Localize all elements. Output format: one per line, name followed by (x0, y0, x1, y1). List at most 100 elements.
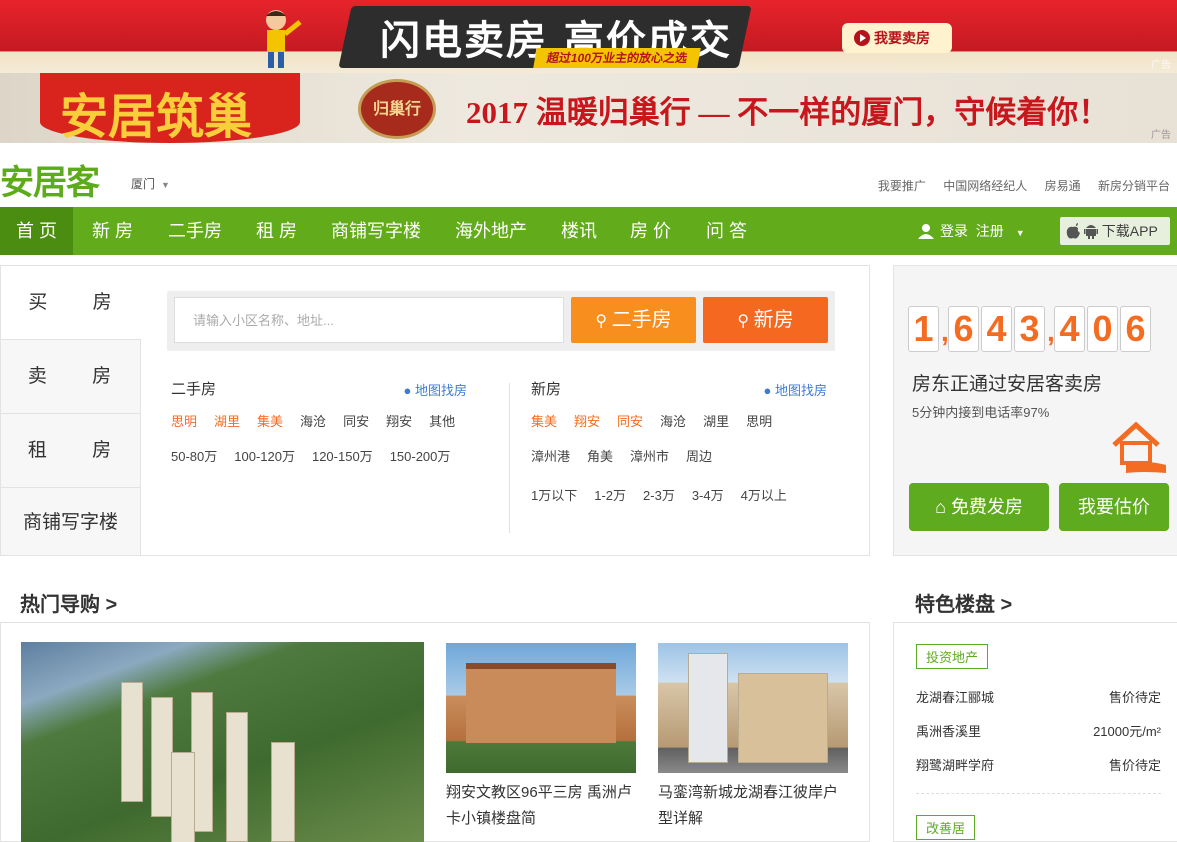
area-link[interactable]: 思明 (171, 414, 197, 429)
counter-comma: , (1047, 316, 1055, 347)
area-link[interactable]: 翔安 (574, 414, 600, 429)
register-link[interactable]: 注册 (976, 223, 1004, 239)
tab-rent[interactable]: 租 房 (1, 414, 140, 488)
area-link[interactable]: 周边 (686, 449, 712, 464)
hot-guide-title[interactable]: 热门导购 > (20, 588, 117, 617)
tab-sell[interactable]: 卖 房 (1, 340, 140, 414)
featured-name: 龙湖春江郦城 (916, 690, 995, 705)
area-link[interactable]: 集美 (257, 414, 283, 429)
nav-price[interactable]: 房 价 (630, 207, 671, 255)
area-link[interactable]: 漳州港 (531, 449, 570, 464)
estimate-button[interactable]: 我要估价 (1059, 483, 1169, 531)
used-price-list: 50-80万 100-120万 120-150万 150-200万 (171, 446, 467, 465)
used-map-link-label: 地图找房 (414, 383, 467, 398)
second-ad-banner[interactable]: 安居筑巢 归巢行 2017 温暖归巢行 — 不一样的厦门，守候着你！ 广告 (0, 73, 1177, 143)
counter-digit: 4 (981, 306, 1012, 352)
price-link[interactable]: 3-4万 (692, 488, 724, 503)
area-link[interactable]: 集美 (531, 414, 557, 429)
top-ad-banner[interactable]: 闪电卖房 高价成交 超过100万业主的放心之选 我要卖房 广告 (0, 0, 1177, 73)
nav-rent[interactable]: 租 房 (256, 207, 297, 255)
search-new-button[interactable]: ⚲ 新房 (703, 297, 828, 343)
site-logo[interactable]: 安居客 (0, 155, 100, 204)
nav-overseas[interactable]: 海外地产 (455, 207, 527, 255)
nav-qa[interactable]: 问 答 (706, 207, 747, 255)
login-link[interactable]: 登录 (940, 223, 968, 239)
used-map-link[interactable]: ● 地图找房 (404, 380, 468, 399)
nav-commercial[interactable]: 商铺写字楼 (331, 207, 421, 255)
article-caption-1[interactable]: 翔安文教区96平三房 禹洲卢卡小镇楼盘简 (446, 780, 638, 832)
sell-house-label: 我要卖房 (874, 30, 930, 46)
featured-box: 投资地产 龙湖春江郦城 售价待定 禹洲香溪里 21000元/m² 翔鹭湖畔学府 售价待… (893, 622, 1177, 842)
nav-second-hand[interactable]: 二手房 (168, 207, 222, 255)
aerial-photo[interactable] (21, 642, 424, 842)
area-link[interactable]: 海沧 (660, 414, 686, 429)
villa-photo[interactable] (446, 643, 636, 773)
new-map-link[interactable]: ● 地图找房 (764, 380, 828, 399)
link-fangyitong[interactable]: 房易通 (1045, 179, 1081, 193)
used-area-list: 思明 湖里 集美 海沧 同安 翔安 其他 (171, 411, 467, 430)
featured-row[interactable]: 龙湖春江郦城 售价待定 (916, 687, 1161, 706)
nav-home[interactable]: 首 页 (0, 207, 74, 255)
free-publish-button[interactable]: ⌂ 免费发房 (909, 483, 1049, 531)
featured-title[interactable]: 特色楼盘 > (915, 588, 1012, 617)
category-badge[interactable]: 投资地产 (916, 644, 989, 669)
seller-panel: 1,643,406 房东正通过安居客卖房 5分钟内接到电话率97% ⌂ 免费发房… (893, 265, 1177, 556)
ad-subtitle: 超过100万业主的放心之选 (533, 48, 701, 68)
search-tabs: 买 房 卖 房 租 房 商铺写字楼 (1, 266, 141, 555)
featured-row[interactable]: 翔鹭湖畔学府 售价待定 (916, 755, 1161, 774)
area-link[interactable]: 同安 (617, 414, 643, 429)
new-area-list: 集美 翔安 同安 海沧 湖里 思明 (531, 411, 827, 430)
counter-digit: 6 (948, 306, 979, 352)
new-area-list-2: 漳州港 角美 漳州市 周边 (531, 446, 827, 465)
area-link[interactable]: 海沧 (300, 414, 326, 429)
link-broker[interactable]: 中国网络经纪人 (943, 179, 1027, 193)
top-links: 我要推广 中国网络经纪人 房易通 新房分销平台 (864, 177, 1170, 194)
mascot-icon (266, 10, 302, 68)
nav-news[interactable]: 楼讯 (561, 207, 597, 255)
new-map-link-label: 地图找房 (774, 383, 827, 398)
area-link[interactable]: 湖里 (703, 414, 729, 429)
price-link[interactable]: 150-200万 (390, 449, 451, 464)
site-header: 安居客 厦门 ▼ 我要推广 中国网络经纪人 房易通 新房分销平台 (0, 143, 1177, 207)
building-photo[interactable] (658, 643, 848, 773)
nav-new-house[interactable]: 新 房 (92, 207, 133, 255)
area-link[interactable]: 漳州市 (630, 449, 669, 464)
area-link[interactable]: 湖里 (214, 414, 240, 429)
download-app-button[interactable]: 下载APP (1060, 217, 1170, 245)
featured-price: 售价待定 (1108, 690, 1161, 705)
ad2-left-graphic: 安居筑巢 (40, 73, 300, 143)
main-nav: 首 页 新 房 二手房 租 房 商铺写字楼 海外地产 楼讯 房 价 问 答 登录… (0, 207, 1177, 255)
link-distribution[interactable]: 新房分销平台 (1098, 179, 1170, 193)
area-link[interactable]: 其他 (429, 414, 455, 429)
area-link[interactable]: 同安 (343, 414, 369, 429)
price-link[interactable]: 1万以下 (531, 488, 577, 503)
ad2-left-text: 安居筑巢 (60, 89, 253, 143)
location-pin-icon: ● (763, 383, 772, 398)
chevron-down-icon[interactable]: ▼ (1016, 228, 1025, 238)
area-link[interactable]: 思明 (746, 414, 772, 429)
price-link[interactable]: 50-80万 (171, 449, 217, 464)
featured-row[interactable]: 禹洲香溪里 21000元/m² (916, 721, 1161, 740)
price-link[interactable]: 2-3万 (643, 488, 675, 503)
category-badge-2[interactable]: 改善居 (916, 815, 976, 840)
ad2-seal: 归巢行 (358, 79, 436, 139)
price-link[interactable]: 120-150万 (312, 449, 373, 464)
search-input[interactable]: 请输入小区名称、地址... (174, 297, 564, 343)
tab-commercial[interactable]: 商铺写字楼 (1, 488, 140, 555)
price-link[interactable]: 100-120万 (234, 449, 295, 464)
area-link[interactable]: 翔安 (386, 414, 412, 429)
price-link[interactable]: 4万以上 (741, 488, 787, 503)
price-link[interactable]: 1-2万 (594, 488, 626, 503)
search-used-button[interactable]: ⚲ 二手房 (571, 297, 696, 343)
sell-house-button[interactable]: 我要卖房 (842, 23, 952, 53)
featured-name: 禹洲香溪里 (916, 724, 982, 739)
city-selector[interactable]: 厦门 ▼ (131, 175, 170, 192)
apple-icon (1066, 223, 1080, 239)
divider (916, 793, 1161, 794)
link-promote[interactable]: 我要推广 (878, 179, 926, 193)
tab-buy[interactable]: 买 房 (1, 266, 141, 340)
article-caption-2[interactable]: 马銮湾新城龙湖春江彼岸户型详解 (658, 780, 850, 832)
seller-subtext: 5分钟内接到电话率97% (912, 405, 1050, 420)
search-icon: ⚲ (595, 313, 612, 330)
area-link[interactable]: 角美 (587, 449, 613, 464)
